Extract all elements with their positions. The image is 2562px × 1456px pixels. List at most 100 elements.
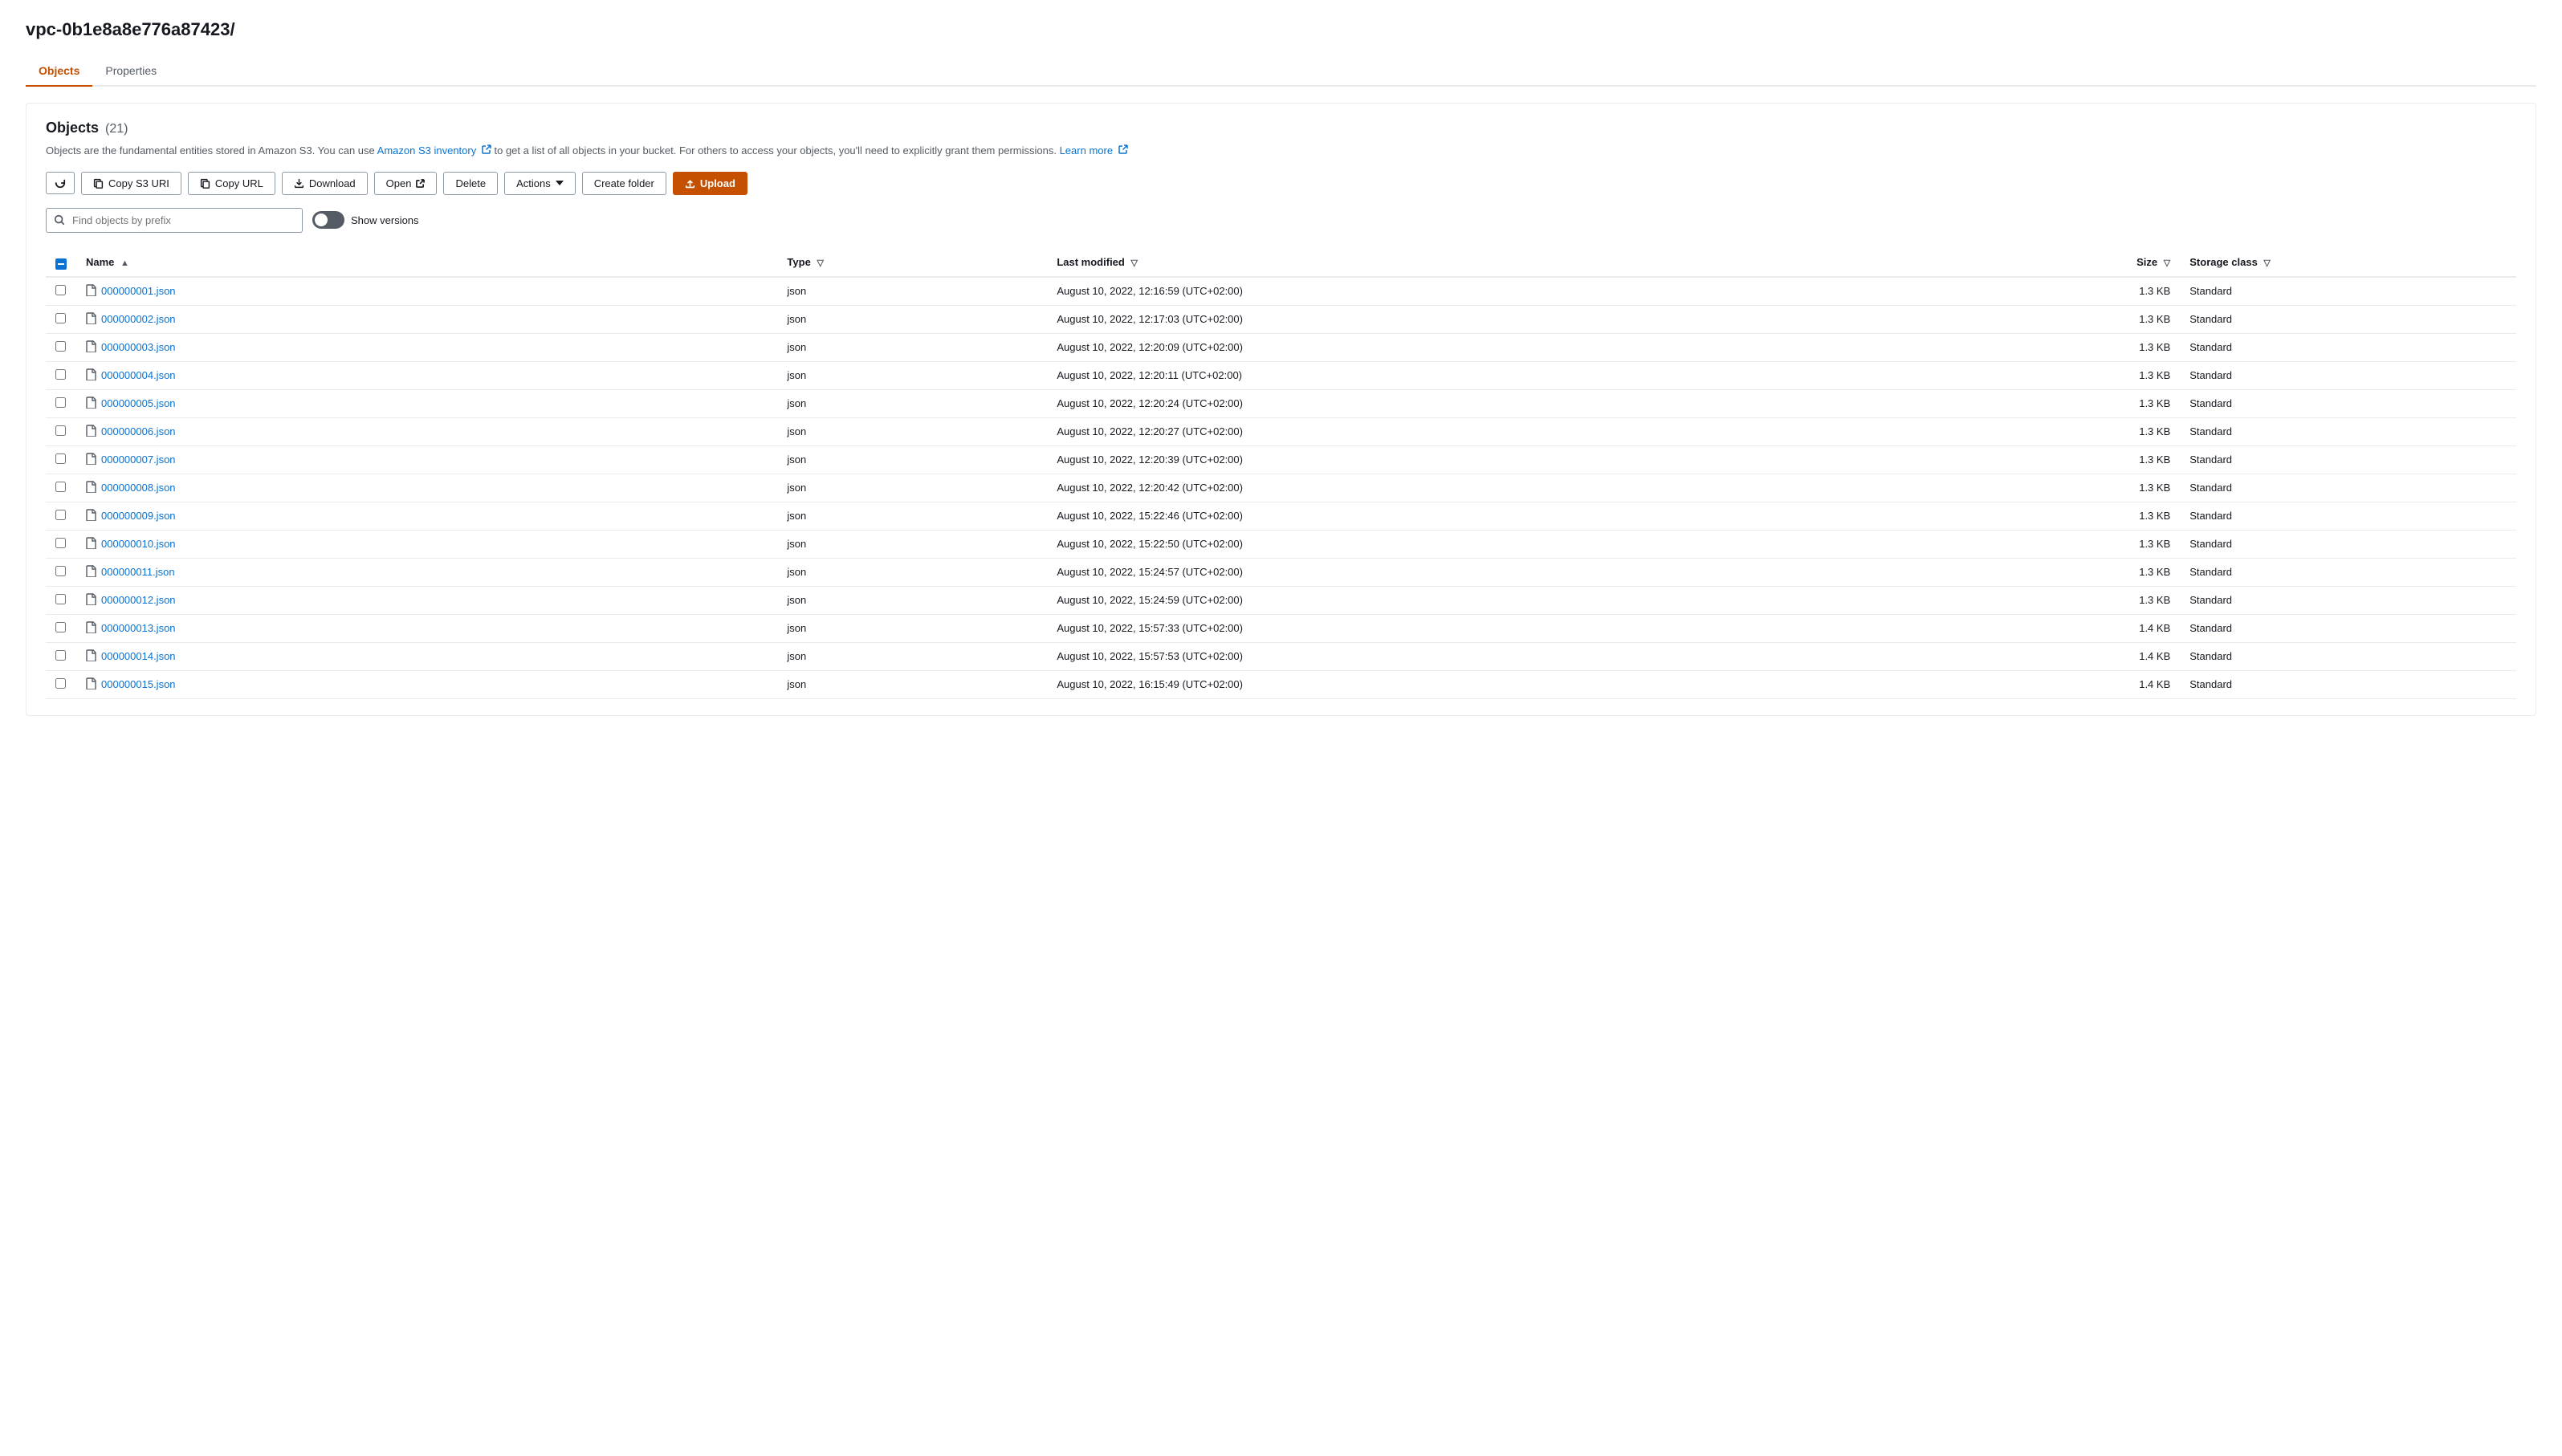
row-storage-class-cell: Standard <box>2180 474 2516 502</box>
row-storage-class-cell: Standard <box>2180 530 2516 558</box>
table-header-row: Name ▲ Type ▽ Last modified ▽ Size ▽ <box>46 249 2516 277</box>
file-name-link[interactable]: 000000007.json <box>101 453 176 466</box>
row-type-cell: json <box>777 670 1047 698</box>
file-name-link[interactable]: 000000015.json <box>101 678 176 690</box>
file-name-link[interactable]: 000000011.json <box>101 566 175 578</box>
file-icon <box>86 340 96 355</box>
section-count: (21) <box>105 122 128 136</box>
tab-properties[interactable]: Properties <box>92 56 169 87</box>
row-checkbox[interactable] <box>55 594 66 604</box>
download-label: Download <box>309 177 356 189</box>
row-checkbox-cell <box>46 277 76 306</box>
learn-more-link[interactable]: Learn more <box>1060 144 1113 157</box>
show-versions-label: Show versions <box>351 214 419 226</box>
col-header-name[interactable]: Name ▲ <box>76 249 777 277</box>
open-button[interactable]: Open <box>374 172 438 195</box>
row-storage-class-cell: Standard <box>2180 614 2516 642</box>
table-row: 000000006.jsonjsonAugust 10, 2022, 12:20… <box>46 417 2516 445</box>
file-name-link[interactable]: 000000003.json <box>101 341 176 353</box>
row-size-cell: 1.3 KB <box>1910 333 2180 361</box>
row-checkbox[interactable] <box>55 425 66 436</box>
row-storage-class-cell: Standard <box>2180 417 2516 445</box>
row-modified-cell: August 10, 2022, 12:16:59 (UTC+02:00) <box>1047 277 1910 306</box>
row-size-cell: 1.3 KB <box>1910 389 2180 417</box>
refresh-button[interactable] <box>46 172 75 194</box>
row-size-cell: 1.3 KB <box>1910 445 2180 474</box>
file-icon <box>86 537 96 551</box>
row-size-cell: 1.3 KB <box>1910 586 2180 614</box>
row-checkbox[interactable] <box>55 341 66 352</box>
search-icon <box>54 214 65 226</box>
file-name-link[interactable]: 000000013.json <box>101 622 176 634</box>
row-checkbox-cell <box>46 642 76 670</box>
file-name-link[interactable]: 000000005.json <box>101 397 176 409</box>
file-name-link[interactable]: 000000009.json <box>101 510 176 522</box>
row-checkbox[interactable] <box>55 482 66 492</box>
row-checkbox[interactable] <box>55 510 66 520</box>
create-folder-button[interactable]: Create folder <box>582 172 666 195</box>
row-checkbox[interactable] <box>55 285 66 295</box>
upload-button[interactable]: Upload <box>673 172 747 195</box>
file-name-link[interactable]: 000000014.json <box>101 650 176 662</box>
row-checkbox[interactable] <box>55 622 66 632</box>
col-header-storage[interactable]: Storage class ▽ <box>2180 249 2516 277</box>
row-name-cell: 000000007.json <box>76 445 777 474</box>
row-type-cell: json <box>777 474 1047 502</box>
row-checkbox[interactable] <box>55 369 66 380</box>
copy-url-button[interactable]: Copy URL <box>188 172 275 195</box>
indeterminate-checkbox[interactable] <box>55 258 67 270</box>
row-checkbox-cell <box>46 614 76 642</box>
table-row: 000000010.jsonjsonAugust 10, 2022, 15:22… <box>46 530 2516 558</box>
file-name-link[interactable]: 000000008.json <box>101 482 176 494</box>
type-sort-icon: ▽ <box>817 258 823 268</box>
row-checkbox[interactable] <box>55 538 66 548</box>
storage-sort-icon: ▽ <box>2263 258 2270 268</box>
row-checkbox-cell <box>46 502 76 530</box>
open-external-icon <box>416 179 425 188</box>
upload-label: Upload <box>700 177 735 189</box>
row-storage-class-cell: Standard <box>2180 586 2516 614</box>
copy-s3-uri-button[interactable]: Copy S3 URI <box>81 172 181 195</box>
file-icon <box>86 312 96 327</box>
delete-button[interactable]: Delete <box>443 172 498 195</box>
col-header-modified[interactable]: Last modified ▽ <box>1047 249 1910 277</box>
row-type-cell: json <box>777 305 1047 333</box>
row-checkbox[interactable] <box>55 678 66 689</box>
select-all-header[interactable] <box>46 249 76 277</box>
file-name-link[interactable]: 000000006.json <box>101 425 176 437</box>
row-storage-class-cell: Standard <box>2180 305 2516 333</box>
copy-url-label: Copy URL <box>215 177 263 189</box>
search-input[interactable] <box>46 208 303 233</box>
file-name-link[interactable]: 000000012.json <box>101 594 176 606</box>
row-type-cell: json <box>777 389 1047 417</box>
row-modified-cell: August 10, 2022, 16:15:49 (UTC+02:00) <box>1047 670 1910 698</box>
info-text-2: to get a list of all objects in your buc… <box>494 144 1059 157</box>
row-name-cell: 000000013.json <box>76 614 777 642</box>
file-name-link[interactable]: 000000001.json <box>101 285 176 297</box>
actions-button[interactable]: Actions <box>504 172 576 195</box>
row-checkbox[interactable] <box>55 313 66 323</box>
table-row: 000000007.jsonjsonAugust 10, 2022, 12:20… <box>46 445 2516 474</box>
file-name-link[interactable]: 000000004.json <box>101 369 176 381</box>
col-header-size[interactable]: Size ▽ <box>1910 249 2180 277</box>
file-name-link[interactable]: 000000010.json <box>101 538 176 550</box>
download-button[interactable]: Download <box>282 172 368 195</box>
tab-objects[interactable]: Objects <box>26 56 92 87</box>
row-checkbox[interactable] <box>55 650 66 661</box>
row-checkbox[interactable] <box>55 566 66 576</box>
row-name-cell: 000000006.json <box>76 417 777 445</box>
row-size-cell: 1.4 KB <box>1910 614 2180 642</box>
row-checkbox[interactable] <box>55 453 66 464</box>
row-size-cell: 1.3 KB <box>1910 558 2180 586</box>
inventory-link[interactable]: Amazon S3 inventory <box>377 144 477 157</box>
row-checkbox-cell <box>46 361 76 389</box>
file-name-link[interactable]: 000000002.json <box>101 313 176 325</box>
col-header-type[interactable]: Type ▽ <box>777 249 1047 277</box>
learn-more-external-icon <box>1118 144 1128 154</box>
actions-label: Actions <box>516 177 551 189</box>
create-folder-label: Create folder <box>594 177 654 189</box>
row-size-cell: 1.4 KB <box>1910 670 2180 698</box>
show-versions-toggle[interactable] <box>312 211 344 229</box>
row-checkbox[interactable] <box>55 397 66 408</box>
row-modified-cell: August 10, 2022, 15:24:57 (UTC+02:00) <box>1047 558 1910 586</box>
